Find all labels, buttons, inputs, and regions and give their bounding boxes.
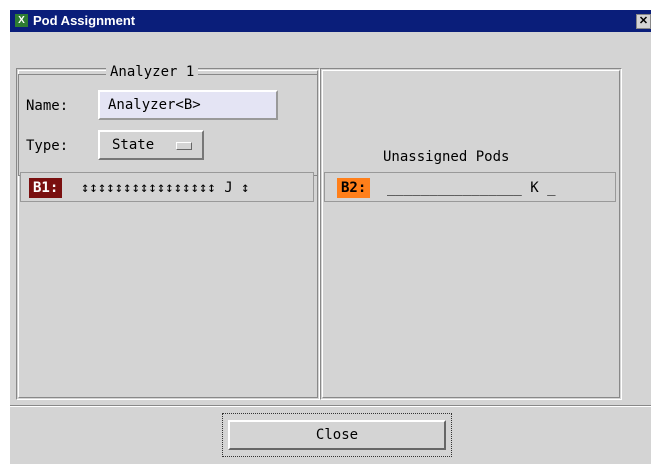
name-label: Name: [26,98,69,114]
pod-b1-bits: ↕↕↕↕↕↕↕↕↕↕↕↕↕↕↕↕ J ↕ [81,180,250,196]
window-title: Pod Assignment [33,13,136,28]
pod-b2-tag[interactable]: B2: [337,178,371,198]
pod-b1-tag[interactable]: B1: [29,178,63,198]
unassigned-pod-row[interactable]: B2: ________________ K _ [324,172,616,202]
type-option-menu[interactable]: State [98,130,204,160]
analyzer-name-field[interactable]: Analyzer<B> [98,90,278,120]
close-window-icon[interactable]: ✕ [636,14,651,29]
pod-assignment-dialog: X Pod Assignment ✕ Analyzer 1 Name: Anal… [10,10,651,464]
close-button[interactable]: Close [228,420,446,450]
type-value: State [112,137,155,153]
footer-separator [10,405,651,407]
app-icon[interactable]: X [15,14,28,27]
assigned-pod-row[interactable]: B1: ↕↕↕↕↕↕↕↕↕↕↕↕↕↕↕↕ J ↕ [20,172,314,202]
title-bar[interactable]: X Pod Assignment ✕ [10,10,651,32]
unassigned-pods-heading: Unassigned Pods [383,149,510,165]
analyzer-group-label: Analyzer 1 [106,64,199,80]
option-menu-indicator-icon [176,142,192,150]
pod-b2-bits: ________________ K _ [387,180,556,196]
unassigned-pane [320,68,622,400]
type-label: Type: [26,138,69,154]
